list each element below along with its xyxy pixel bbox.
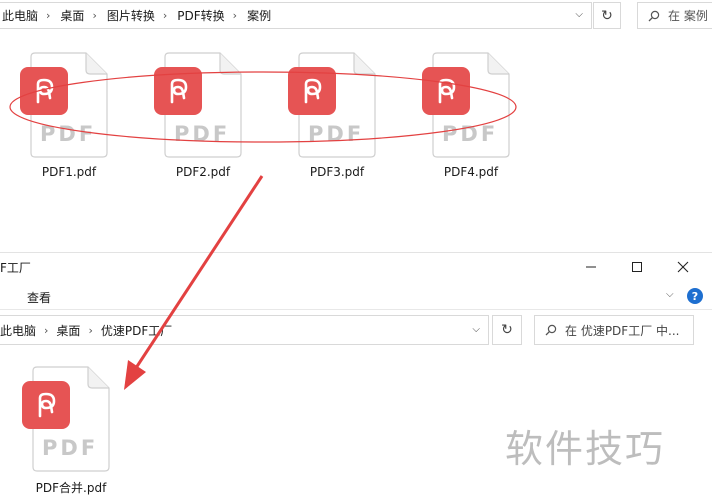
refresh-button[interactable]: ↻	[492, 315, 522, 345]
breadcrumb-item[interactable]: 图片转换	[105, 7, 155, 24]
search-icon	[648, 10, 660, 21]
refresh-icon: ↻	[601, 7, 613, 24]
pdf-app-badge	[22, 381, 70, 429]
address-bar[interactable]: 此电脑 › 桌面 › 图片转换 › PDF转换 › 案例 ⌵	[0, 2, 592, 29]
watermark-text: 软件技巧	[505, 427, 666, 471]
file-name: PDF1.pdf	[41, 165, 97, 179]
file-name: PDF4.pdf	[443, 165, 499, 179]
help-icon[interactable]: ?	[687, 288, 703, 304]
chevron-right-icon: ›	[88, 323, 93, 337]
pdf-logo-icon	[304, 78, 322, 104]
file-item[interactable]: PDF PDF3.pdf	[280, 52, 390, 182]
pdf-logo-icon	[438, 78, 456, 104]
chevron-right-icon: ›	[92, 9, 97, 22]
pdf-watermark-text: PDF	[42, 436, 99, 460]
chevron-down-icon[interactable]: ⌵	[575, 9, 583, 20]
file-name: PDF3.pdf	[309, 165, 365, 179]
file-name: PDF合并.pdf	[35, 481, 107, 495]
file-item[interactable]: PDF PDF合并.pdf	[14, 366, 124, 498]
pdf-logo-icon	[38, 392, 56, 418]
breadcrumb-item[interactable]: 此电脑	[0, 322, 36, 339]
file-name: PDF2.pdf	[175, 165, 231, 179]
menu-view[interactable]: 查看	[27, 289, 51, 306]
breadcrumb-item[interactable]: 桌面	[56, 322, 80, 339]
chevron-right-icon: ›	[44, 323, 49, 337]
breadcrumb-item[interactable]: 此电脑	[0, 7, 38, 24]
search-icon	[545, 324, 557, 336]
search-input[interactable]: 在 优速PDF工厂 中...	[534, 315, 694, 345]
file-item[interactable]: PDF PDF2.pdf	[146, 52, 256, 182]
close-icon	[677, 261, 689, 273]
search-input[interactable]: 在 案例	[637, 2, 712, 29]
maximize-icon	[632, 262, 642, 272]
search-placeholder: 在 优速PDF工厂 中...	[565, 323, 680, 338]
minimize-icon	[586, 266, 596, 268]
pdf-watermark-text: PDF	[308, 122, 365, 146]
divider	[0, 309, 712, 310]
address-bar[interactable]: 此电脑 › 桌面 › 优速PDF工厂 ⌵	[0, 315, 489, 345]
pdf-app-badge	[422, 67, 470, 115]
pdf-watermark-text: PDF	[442, 122, 499, 146]
minimize-button[interactable]	[568, 253, 614, 281]
pdf-watermark-text: PDF	[174, 122, 231, 146]
breadcrumb-item[interactable]: PDF转换	[175, 7, 224, 24]
pdf-logo-icon	[170, 78, 188, 104]
search-placeholder: 在 案例	[668, 9, 708, 23]
chevron-down-icon[interactable]: ⌵	[472, 324, 480, 335]
breadcrumb-item[interactable]: 桌面	[58, 7, 84, 24]
file-item[interactable]: PDF PDF4.pdf	[414, 52, 524, 182]
pdf-logo-icon	[36, 78, 54, 104]
chevron-right-icon: ›	[232, 9, 238, 22]
breadcrumb-item[interactable]: 案例	[245, 7, 271, 24]
refresh-icon: ↻	[501, 322, 513, 338]
pdf-app-badge	[288, 67, 336, 115]
maximize-button[interactable]	[614, 253, 660, 281]
chevron-down-icon[interactable]: ⌵	[666, 289, 674, 300]
pdf-app-badge	[20, 67, 68, 115]
breadcrumb-item[interactable]: 优速PDF工厂	[101, 322, 172, 339]
refresh-button[interactable]: ↻	[593, 2, 621, 29]
pdf-app-badge	[154, 67, 202, 115]
close-button[interactable]	[660, 253, 706, 281]
chevron-right-icon: ›	[162, 9, 168, 22]
window-title: F工厂	[0, 261, 31, 275]
file-item[interactable]: PDF PDF1.pdf	[12, 52, 122, 182]
pdf-watermark-text: PDF	[40, 122, 97, 146]
chevron-right-icon: ›	[46, 9, 51, 22]
